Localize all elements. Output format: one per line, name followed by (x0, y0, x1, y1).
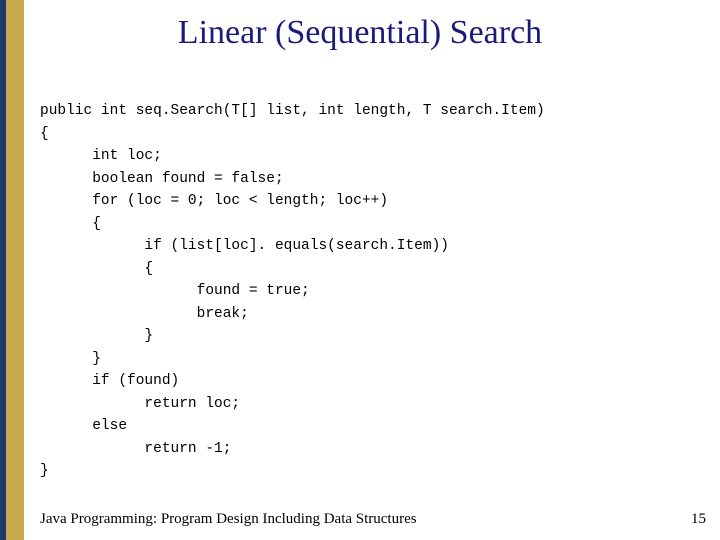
code-line: } (40, 328, 153, 344)
code-line: found = true; (40, 283, 310, 299)
code-line: boolean found = false; (40, 171, 284, 187)
left-border-decoration (0, 0, 24, 540)
border-stripe-gold (6, 0, 24, 540)
code-line: int loc; (40, 148, 162, 164)
code-line: break; (40, 306, 249, 322)
code-line: public int seq.Search(T[] list, int leng… (40, 103, 545, 119)
code-line: if (found) (40, 373, 179, 389)
code-line: { (40, 261, 153, 277)
slide-title: Linear (Sequential) Search (0, 14, 720, 52)
code-block: public int seq.Search(T[] list, int leng… (40, 78, 545, 482)
code-line: return -1; (40, 441, 231, 457)
code-line: for (loc = 0; loc < length; loc++) (40, 193, 388, 209)
code-line: } (40, 463, 49, 479)
code-line: else (40, 418, 127, 434)
code-line: return loc; (40, 396, 240, 412)
footer-text: Java Programming: Program Design Includi… (40, 511, 417, 528)
code-line: { (40, 216, 101, 232)
page-number: 15 (691, 511, 706, 528)
code-line: { (40, 126, 49, 142)
code-line: } (40, 351, 101, 367)
code-line: if (list[loc]. equals(search.Item)) (40, 238, 449, 254)
